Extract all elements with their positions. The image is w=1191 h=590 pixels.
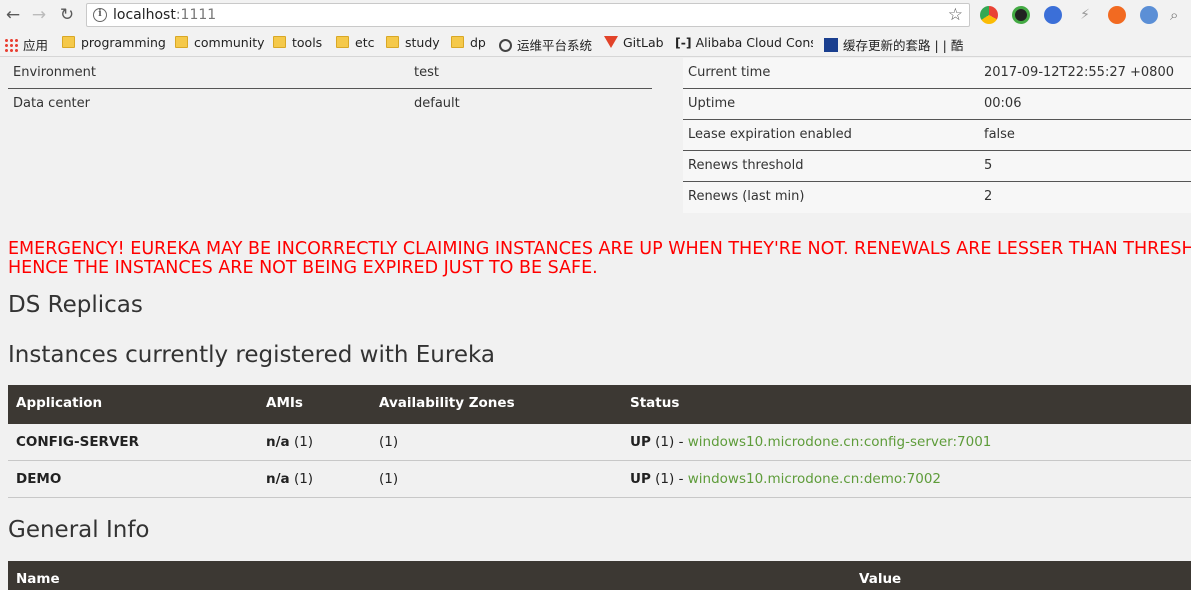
lightning-extension-icon[interactable]: ⚡ [1076, 6, 1094, 24]
bookmark-alibaba-cloud[interactable]: [-] Alibaba Cloud Cons [675, 35, 813, 53]
gitlab-icon [604, 36, 618, 48]
status-key: Lease expiration enabled [688, 127, 852, 142]
table-row: Data center default [8, 89, 652, 120]
env-key: Environment [13, 65, 97, 80]
table-row: Lease expiration enabled false [683, 120, 1191, 151]
amis-count: (1) [293, 471, 314, 487]
amis-label: n/a [266, 471, 290, 487]
status-key: Renews threshold [688, 158, 804, 173]
bookmark-tools[interactable]: tools [273, 35, 322, 53]
environment-table: Environment test Data center default [8, 58, 652, 120]
folder-icon [336, 36, 349, 48]
column-header: Application [16, 395, 103, 411]
status-cell: UP (1) - windows10.microdone.cn:demo:700… [630, 471, 941, 487]
column-header: Availability Zones [379, 395, 515, 411]
column-header: Name [16, 571, 60, 587]
zones-cell: (1) [379, 434, 399, 450]
instances-heading: Instances currently registered with Eure… [8, 342, 495, 368]
status-value: false [984, 127, 1015, 142]
coolshell-icon [824, 38, 838, 52]
bookmark-star-icon[interactable]: ☆ [948, 5, 963, 25]
table-row: DEMO n/a (1) (1) UP (1) - windows10.micr… [8, 461, 1191, 498]
status-key: Current time [688, 65, 771, 80]
status-value: 5 [984, 158, 993, 173]
browser-toolbar: ← → ↻ i localhost:1111 ☆ ⚡ ⌕ [0, 0, 1191, 30]
table-row: CONFIG-SERVER n/a (1) (1) UP (1) - windo… [8, 424, 1191, 461]
emergency-line-2: HENCE THE INSTANCES ARE NOT BEING EXPIRE… [8, 258, 598, 278]
site-icon [499, 39, 512, 52]
status-value: 00:06 [984, 96, 1022, 111]
env-value: default [414, 96, 460, 111]
table-row: Renews (last min) 2 [683, 182, 1191, 213]
amis-cell: n/a (1) [266, 471, 313, 487]
status-label: UP [630, 434, 651, 450]
search-icon[interactable]: ⌕ [1170, 6, 1188, 24]
eureka-page: Environment test Data center default Cur… [0, 58, 1191, 590]
info-icon[interactable]: i [93, 8, 107, 22]
reload-icon[interactable]: ↻ [56, 4, 78, 26]
camera-extension-icon[interactable] [1012, 6, 1030, 24]
bookmark-dp[interactable]: dp [451, 35, 486, 53]
amis-count: (1) [293, 434, 314, 450]
env-value: test [414, 65, 439, 80]
bookmark-community[interactable]: community [175, 35, 265, 53]
instance-link[interactable]: windows10.microdone.cn:config-server:700… [688, 434, 992, 450]
zones-cell: (1) [379, 471, 399, 487]
bookmark-gitlab[interactable]: GitLab [604, 35, 664, 53]
bookmark-programming[interactable]: programming [62, 35, 166, 53]
chrome-extension-icon[interactable] [980, 6, 998, 24]
browser-chrome: ← → ↻ i localhost:1111 ☆ ⚡ ⌕ 应用 programm… [0, 0, 1191, 57]
folder-icon [451, 36, 464, 48]
status-count: (1) - [655, 434, 684, 450]
table-row: Environment test [8, 58, 652, 89]
status-key: Renews (last min) [688, 189, 805, 204]
emergency-warning: EMERGENCY! EUREKA MAY BE INCORRECTLY CLA… [8, 240, 1191, 278]
column-header: Status [630, 395, 680, 411]
address-bar[interactable]: i localhost:1111 ☆ [86, 3, 970, 27]
url-text[interactable]: localhost:1111 [113, 7, 216, 23]
status-key: Uptime [688, 96, 736, 111]
folder-icon [175, 36, 188, 48]
table-header: Name Value [8, 561, 1191, 590]
general-info-heading: General Info [8, 517, 150, 543]
general-info-table: Name Value [8, 561, 1191, 590]
translate-extension-icon[interactable] [1044, 6, 1062, 24]
amis-label: n/a [266, 434, 290, 450]
forward-arrow-icon[interactable]: → [28, 4, 50, 26]
bookmarks-bar: 应用 programming community tools etc study… [0, 31, 1191, 57]
status-value: 2017-09-12T22:55:27 +0800 [984, 65, 1174, 80]
bookmark-study[interactable]: study [386, 35, 440, 53]
folder-icon [386, 36, 399, 48]
bookmark-coolshell[interactable]: 缓存更新的套路 | | 酷 [824, 35, 964, 53]
table-row: Current time 2017-09-12T22:55:27 +0800 [683, 58, 1191, 89]
instances-table: Application AMIs Availability Zones Stat… [8, 385, 1191, 498]
env-key: Data center [13, 96, 90, 111]
column-header: Value [859, 571, 902, 587]
orange-extension-icon[interactable] [1108, 6, 1126, 24]
bookmark-ops-platform[interactable]: 运维平台系统 [499, 35, 592, 53]
table-row: Uptime 00:06 [683, 89, 1191, 120]
application-name: DEMO [16, 471, 62, 487]
table-row: Renews threshold 5 [683, 151, 1191, 182]
globe-extension-icon[interactable] [1140, 6, 1158, 24]
folder-icon [273, 36, 286, 48]
table-header: Application AMIs Availability Zones Stat… [8, 385, 1191, 424]
application-name: CONFIG-SERVER [16, 434, 140, 450]
status-value: 2 [984, 189, 993, 204]
instance-link[interactable]: windows10.microdone.cn:demo:7002 [688, 471, 941, 487]
status-count: (1) - [655, 471, 684, 487]
back-arrow-icon[interactable]: ← [2, 4, 24, 26]
bookmark-apps[interactable]: 应用 [4, 35, 48, 53]
apps-grid-icon [4, 38, 18, 52]
status-cell: UP (1) - windows10.microdone.cn:config-s… [630, 434, 991, 450]
alibaba-cloud-icon: [-] [675, 35, 692, 50]
amis-cell: n/a (1) [266, 434, 313, 450]
bookmark-etc[interactable]: etc [336, 35, 374, 53]
ds-replicas-heading: DS Replicas [8, 292, 143, 318]
emergency-line-1: EMERGENCY! EUREKA MAY BE INCORRECTLY CLA… [8, 239, 1191, 259]
status-table: Current time 2017-09-12T22:55:27 +0800 U… [683, 58, 1191, 213]
column-header: AMIs [266, 395, 303, 411]
folder-icon [62, 36, 75, 48]
status-label: UP [630, 471, 651, 487]
